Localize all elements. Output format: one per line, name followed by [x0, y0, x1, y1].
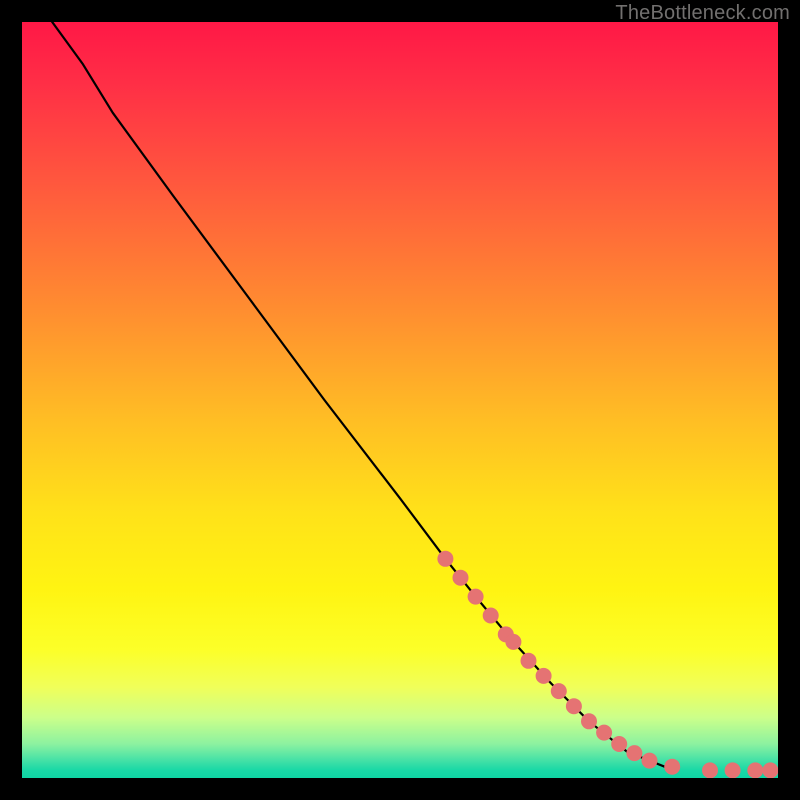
- data-point: [596, 725, 612, 741]
- chart-svg: [22, 22, 778, 778]
- chart-stage: TheBottleneck.com: [0, 0, 800, 800]
- data-point: [551, 683, 567, 699]
- data-point: [483, 608, 499, 624]
- data-point: [453, 570, 469, 586]
- data-point: [762, 762, 778, 778]
- data-point: [702, 762, 718, 778]
- data-point: [468, 589, 484, 605]
- data-point: [664, 759, 680, 775]
- data-point: [747, 762, 763, 778]
- data-point: [437, 551, 453, 567]
- curve-line: [52, 22, 672, 767]
- data-point: [505, 634, 521, 650]
- data-point: [725, 762, 741, 778]
- watermark-text: TheBottleneck.com: [615, 2, 790, 25]
- data-point: [566, 698, 582, 714]
- data-point: [521, 653, 537, 669]
- data-point: [626, 745, 642, 761]
- data-point: [581, 713, 597, 729]
- marker-group: [437, 551, 778, 778]
- data-point: [642, 753, 658, 769]
- plot-area: [22, 22, 778, 778]
- data-point: [536, 668, 552, 684]
- data-point: [611, 736, 627, 752]
